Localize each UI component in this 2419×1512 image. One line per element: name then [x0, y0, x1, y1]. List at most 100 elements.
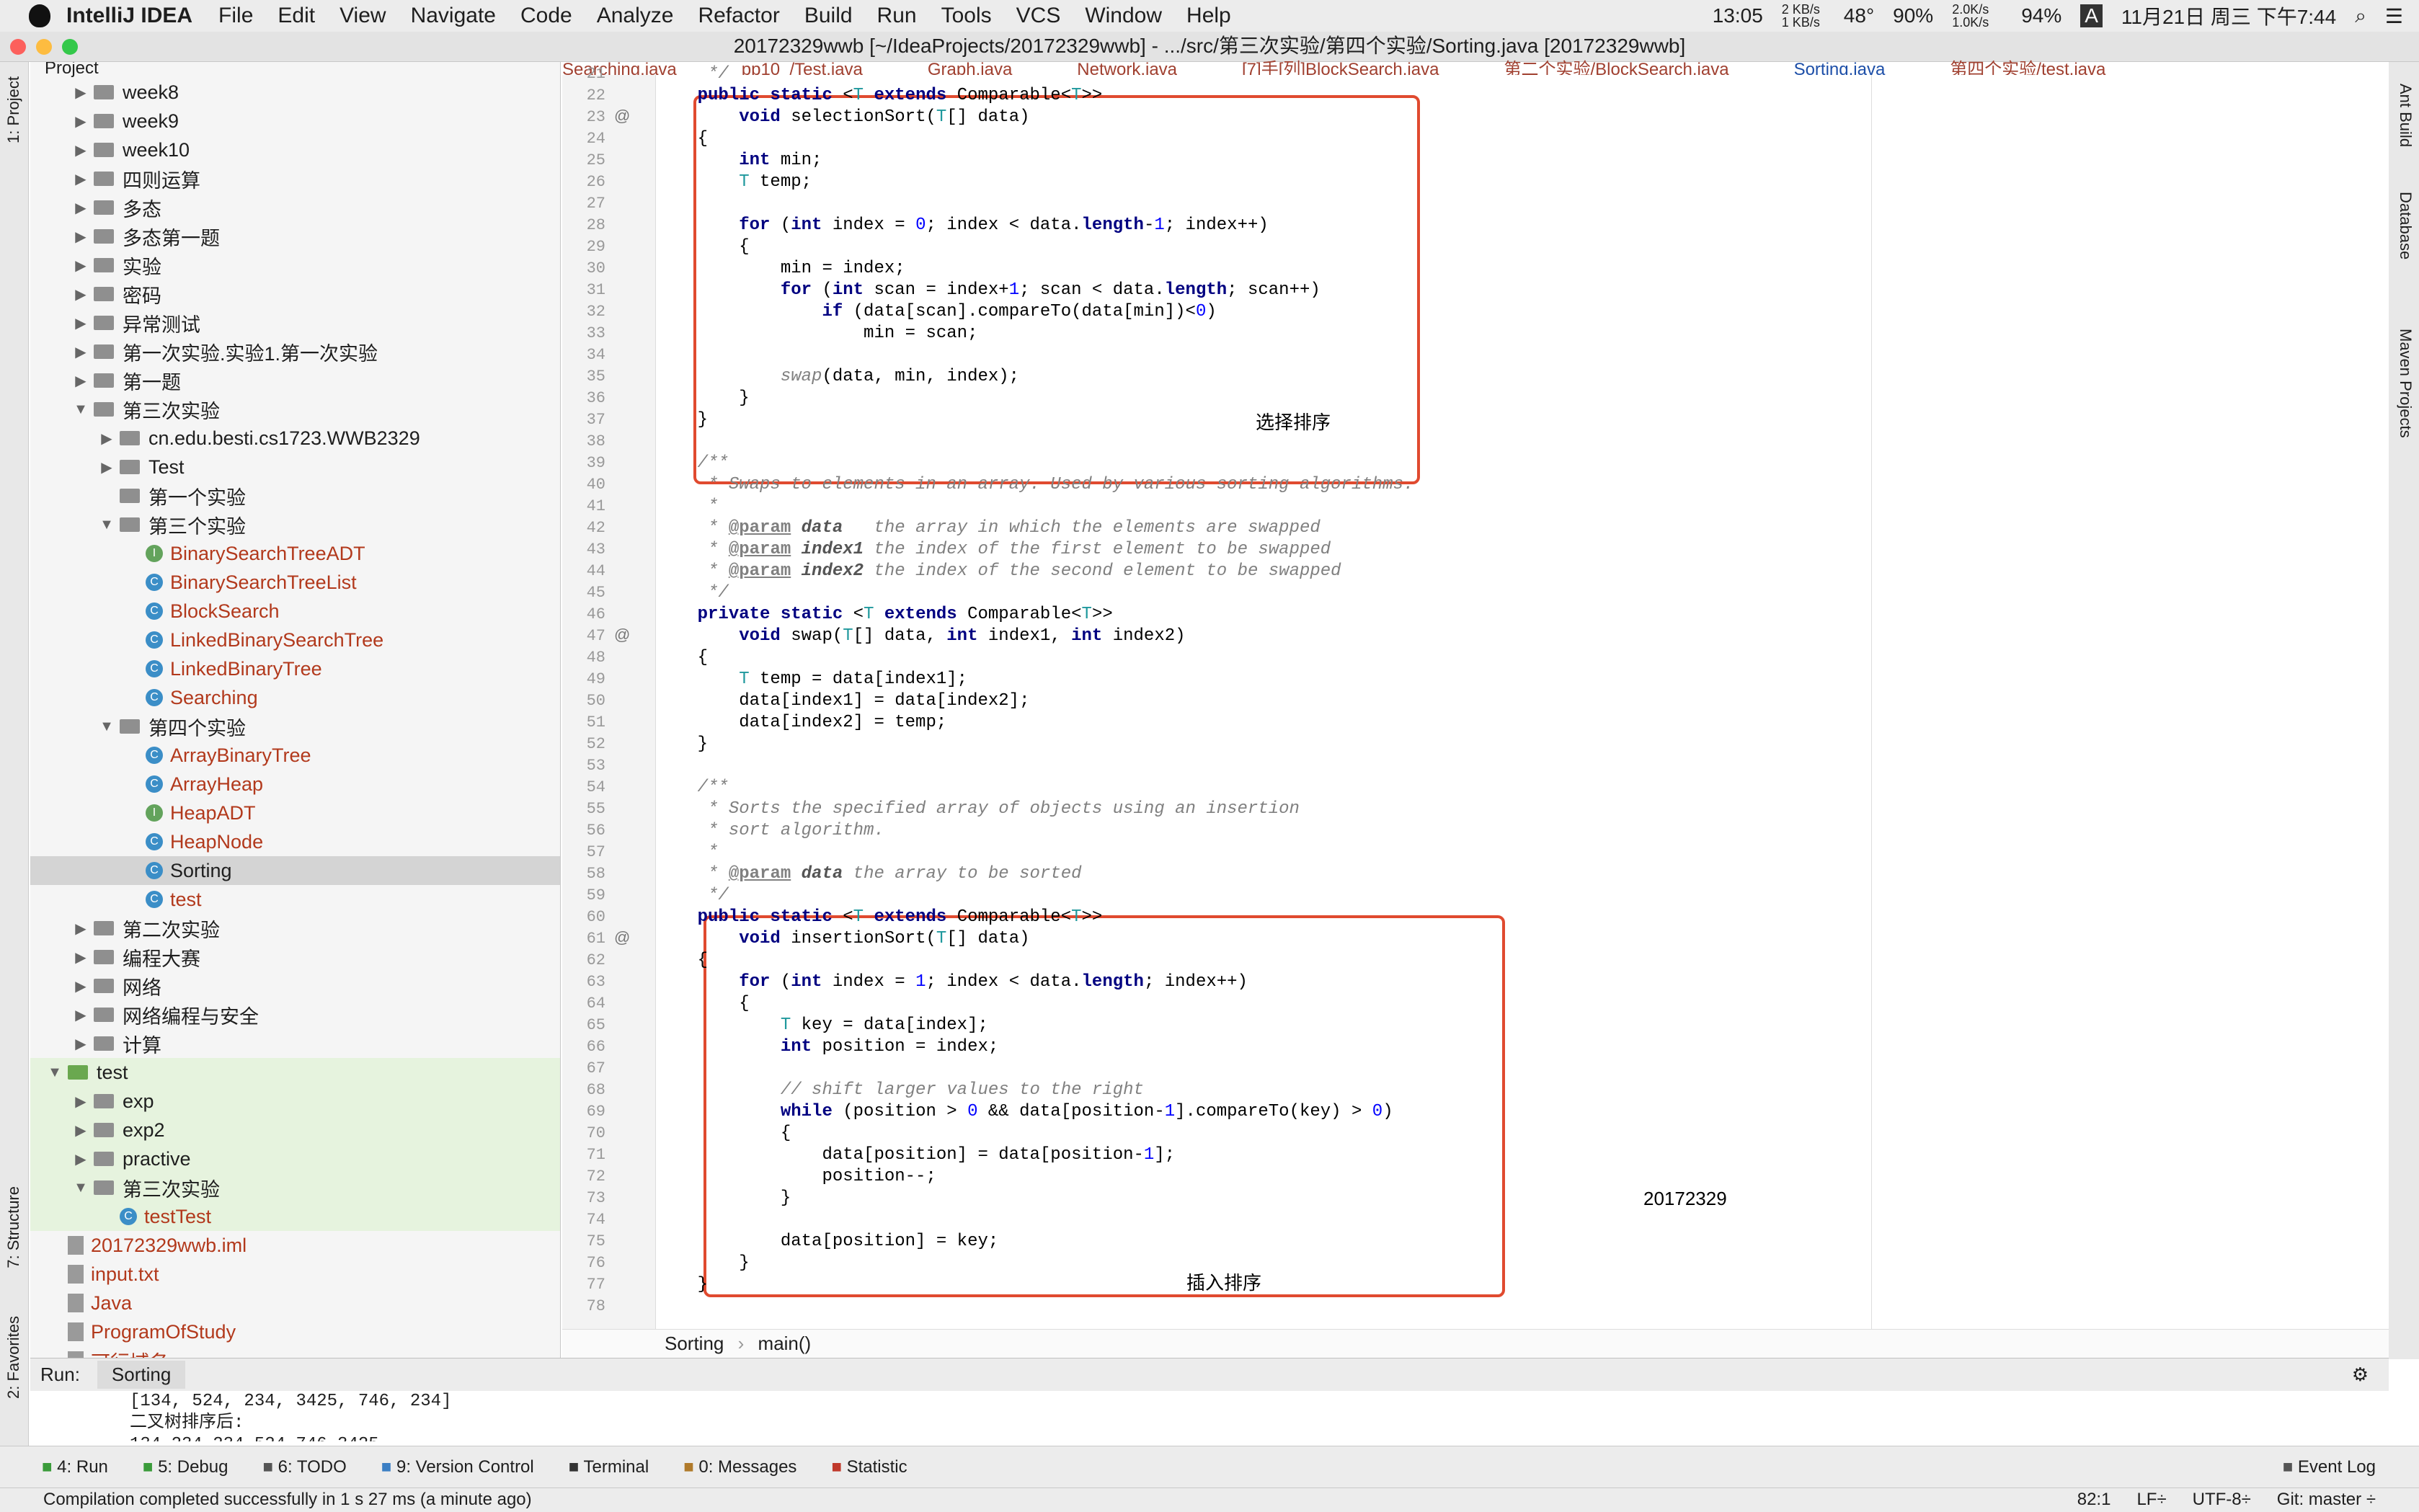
cursor-position[interactable]: 82:1 [2077, 1488, 2111, 1511]
code-line[interactable]: { [656, 647, 708, 669]
code-line[interactable]: { [656, 993, 749, 1015]
tool-window-terminal[interactable]: ■ Terminal [569, 1457, 649, 1477]
chevron-down-icon[interactable]: ▼ [46, 1064, 63, 1081]
chevron-right-icon[interactable]: ▶ [72, 228, 89, 246]
tree-item[interactable]: ▼ test [30, 1058, 560, 1087]
code-line[interactable]: int min; [656, 150, 822, 172]
code-line[interactable]: } [656, 1253, 749, 1274]
tree-item[interactable]: ▶ 计算 [30, 1029, 560, 1058]
menu-window[interactable]: Window [1085, 4, 1162, 28]
git-branch[interactable]: Git: master ÷ [2277, 1488, 2376, 1511]
tree-item[interactable]: ▶ practive [30, 1144, 560, 1173]
code-line[interactable]: } [656, 388, 749, 409]
tree-item[interactable]: ▶ 编程大赛 [30, 943, 560, 971]
tree-item[interactable]: ▼ 第三个实验 [30, 510, 560, 539]
editor-gutter[interactable]: 21 22 23 @24 25 26 27 28 29 30 31 32 33 34 35 36 37 38 39 4… [562, 65, 656, 1329]
tree-item[interactable]: ▼ 第三次实验 [30, 1173, 560, 1202]
code-line[interactable]: for (int scan = index+1; scan < data.len… [656, 280, 1321, 301]
apple-icon[interactable] [29, 4, 50, 27]
code-line[interactable]: * [656, 496, 718, 517]
code-line[interactable]: * @param index1 the index of the first e… [656, 539, 1331, 561]
tree-item[interactable]: ▶ 第二次实验 [30, 914, 560, 943]
tree-item[interactable]: ▶ 密码 [30, 280, 560, 308]
menu-build[interactable]: Build [804, 4, 853, 28]
override-icon[interactable]: @ [614, 626, 630, 644]
tree-item[interactable]: C ArrayHeap [30, 770, 560, 799]
editor-tab[interactable]: Graph.java [928, 60, 1012, 75]
tree-item[interactable]: ▶ exp [30, 1087, 560, 1116]
chevron-right-icon[interactable]: ▶ [72, 112, 89, 130]
tree-item[interactable]: 第一个实验 [30, 481, 560, 510]
code-line[interactable]: { [656, 1123, 791, 1144]
minimize-button[interactable] [36, 39, 52, 55]
code-line[interactable]: { [656, 950, 708, 971]
tree-item[interactable]: ▶ 网络编程与安全 [30, 1000, 560, 1029]
chevron-right-icon[interactable]: ▶ [72, 948, 89, 966]
tree-item[interactable]: C LinkedBinarySearchTree [30, 626, 560, 654]
chevron-right-icon[interactable]: ▶ [72, 343, 89, 361]
menu-code[interactable]: Code [520, 4, 572, 28]
menu-list-icon[interactable]: ☰ [2385, 4, 2403, 28]
date-time[interactable]: 11月21日 周三 下午7:44 [2121, 1, 2336, 30]
override-icon[interactable]: @ [614, 107, 630, 125]
editor-tab[interactable]: Sorting.java [1794, 60, 1886, 75]
code-line[interactable]: * Sorts the specified array of objects u… [656, 799, 1300, 820]
code-line[interactable]: int position = index; [656, 1036, 998, 1058]
code-area[interactable]: 选择排序 插入排序 20172329 */ public static <T e… [656, 64, 2386, 1329]
chevron-right-icon[interactable]: ▶ [72, 257, 89, 275]
tree-item[interactable]: ▶ 异常测试 [30, 308, 560, 337]
code-line[interactable]: public static <T extends Comparable<T>> [656, 85, 1103, 107]
chevron-right-icon[interactable]: ▶ [72, 1093, 89, 1111]
tool-window-event-log[interactable]: ■ Event Log [2283, 1457, 2376, 1477]
code-line[interactable]: data[position] = data[position-1]; [656, 1144, 1175, 1166]
menu-help[interactable]: Help [1186, 4, 1231, 28]
code-line[interactable]: /** [656, 453, 729, 474]
code-line[interactable]: * @param data the array to be sorted [656, 863, 1082, 885]
favorites-tool-button[interactable]: 2: Favorites [4, 1316, 23, 1399]
tree-item[interactable]: CtestTest [30, 1202, 560, 1231]
code-line[interactable]: swap(data, min, index); [656, 366, 1019, 388]
tree-item[interactable]: ▶ exp2 [30, 1116, 560, 1144]
menu-view[interactable]: View [339, 4, 386, 28]
tree-item[interactable]: C Sorting [30, 856, 560, 885]
tree-item[interactable]: ProgramOfStudy [30, 1317, 560, 1346]
code-editor[interactable]: 21 22 23 @24 25 26 27 28 29 30 31 32 33 34 35 36 37 38 39 4… [562, 64, 2389, 1329]
menu-analyze[interactable]: Analyze [597, 4, 674, 28]
menu-tools[interactable]: Tools [941, 4, 992, 28]
chevron-right-icon[interactable]: ▶ [72, 170, 89, 188]
code-line[interactable]: void insertionSort(T[] data) [656, 928, 1029, 950]
editor-tab[interactable]: 第二个实验/BlockSearch.java [1504, 55, 1728, 75]
code-line[interactable]: data[index1] = data[index2]; [656, 690, 1029, 712]
search-icon[interactable]: ⌕ [2355, 4, 2366, 28]
code-line[interactable]: for (int index = 1; index < data.length;… [656, 971, 1248, 993]
code-line[interactable]: } [656, 734, 708, 755]
chevron-right-icon[interactable]: ▶ [72, 920, 89, 938]
app-name[interactable]: IntelliJ IDEA [66, 4, 192, 28]
code-line[interactable]: if (data[scan].compareTo(data[min])<0) [656, 301, 1216, 323]
code-line[interactable]: data[position] = key; [656, 1231, 998, 1253]
line-separator[interactable]: LF÷ [2136, 1488, 2166, 1511]
chevron-right-icon[interactable]: ▶ [72, 1121, 89, 1139]
code-line[interactable]: * [656, 842, 718, 863]
chevron-right-icon[interactable]: ▶ [72, 84, 89, 102]
code-line[interactable]: } [656, 409, 708, 431]
chevron-right-icon[interactable]: ▶ [72, 977, 89, 995]
breadcrumb-method[interactable]: main() [758, 1333, 812, 1354]
tree-item[interactable]: ▶ 多态第一题 [30, 222, 560, 251]
chevron-right-icon[interactable]: ▶ [72, 199, 89, 217]
tool-window-4-run[interactable]: ■ 4: Run [42, 1457, 108, 1477]
tree-item[interactable]: ▶ week10 [30, 135, 560, 164]
code-line[interactable]: void swap(T[] data, int index1, int inde… [656, 626, 1185, 647]
menu-navigate[interactable]: Navigate [411, 4, 496, 28]
run-tab-sorting[interactable]: Sorting [97, 1361, 186, 1389]
tree-item[interactable]: C BlockSearch [30, 597, 560, 626]
tree-item[interactable]: C Searching [30, 683, 560, 712]
chevron-down-icon[interactable]: ▼ [72, 1180, 89, 1196]
code-line[interactable]: // shift larger values to the right [656, 1080, 1144, 1101]
chevron-right-icon[interactable]: ▶ [72, 372, 89, 390]
tree-item[interactable]: input.txt [30, 1260, 560, 1289]
code-line[interactable]: * @param index2 the index of the second … [656, 561, 1341, 582]
tree-item[interactable]: ▼ 第四个实验 [30, 712, 560, 741]
tool-window-9-version-control[interactable]: ■ 9: Version Control [381, 1457, 534, 1477]
code-line[interactable]: T key = data[index]; [656, 1015, 988, 1036]
